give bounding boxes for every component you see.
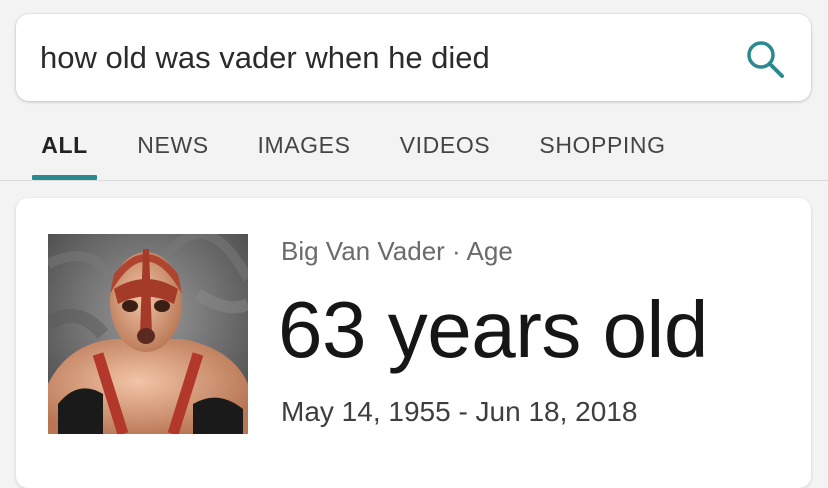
entity-separator: · — [452, 236, 461, 266]
divider — [0, 180, 828, 181]
tab-shopping[interactable]: SHOPPING — [536, 118, 669, 180]
wrestler-portrait — [48, 234, 248, 434]
search-input[interactable]: how old was vader when he died — [40, 14, 490, 101]
tab-all[interactable]: ALL — [32, 118, 97, 180]
entity-image[interactable] — [48, 234, 248, 434]
entity-attribute: Age — [466, 236, 513, 266]
tab-images[interactable]: IMAGES — [254, 118, 354, 180]
answer-card: Big Van Vader · Age 63 years old May 14,… — [16, 198, 811, 488]
search-bar[interactable]: how old was vader when he died — [16, 14, 811, 101]
search-tabs: ALL NEWS IMAGES VIDEOS SHOPPING — [0, 118, 828, 180]
search-icon[interactable] — [745, 39, 785, 79]
entity-name: Big Van Vader — [281, 236, 445, 266]
tab-videos[interactable]: VIDEOS — [397, 118, 493, 180]
date-range: May 14, 1955 - Jun 18, 2018 — [281, 396, 638, 427]
entity-title: Big Van Vader · Age — [281, 236, 513, 267]
answer-text: 63 years old — [278, 285, 708, 374]
tab-news[interactable]: NEWS — [134, 118, 212, 180]
